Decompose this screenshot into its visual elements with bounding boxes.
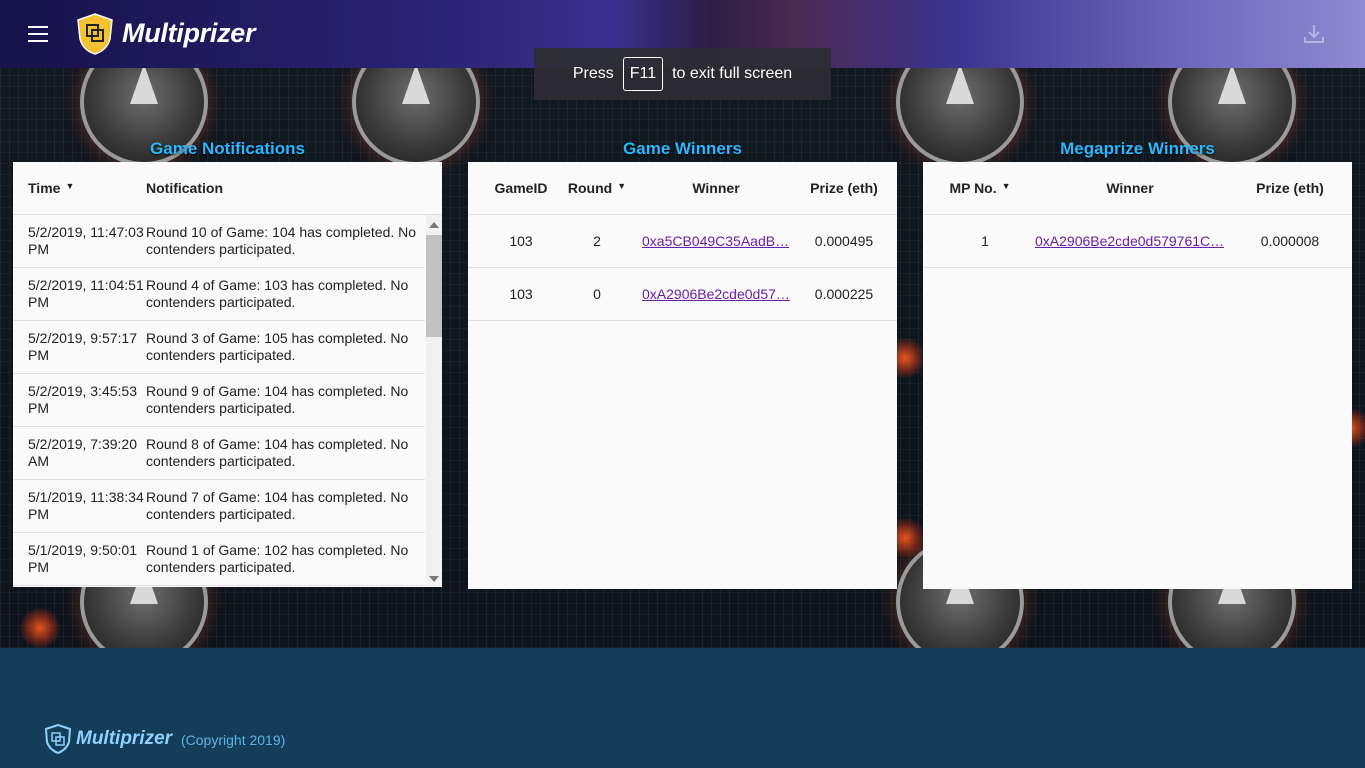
prize-cell: 0.000008: [1260, 233, 1320, 249]
column-header-time[interactable]: Time ▼: [13, 162, 146, 214]
sort-desc-icon: ▼: [65, 181, 75, 191]
hamburger-menu-icon[interactable]: [28, 26, 48, 42]
round-cell: 0: [593, 286, 601, 302]
scrollbar-thumb[interactable]: [426, 235, 442, 337]
column-header-round-label: Round: [567, 180, 613, 196]
notification-time: 5/2/2019, 3:45:53 PM: [28, 383, 137, 416]
notification-time: 5/2/2019, 11:47:03 PM: [28, 224, 144, 257]
notification-message: Round 1 of Game: 102 has completed. No c…: [146, 542, 409, 575]
column-header-winner-label: Winner: [692, 180, 740, 196]
column-header-notification[interactable]: Notification: [146, 162, 426, 214]
app-footer: [0, 648, 1365, 768]
winner-cell: 0xa5CB049C35AadB…: [632, 233, 800, 249]
scroll-down-arrow-icon[interactable]: [429, 576, 439, 582]
column-header-winner[interactable]: Winner: [632, 162, 800, 214]
f11-key-badge: F11: [622, 57, 664, 91]
table-row: 5/2/2019, 7:39:20 AM Round 8 of Game: 104…: [13, 427, 425, 480]
megaprize-winners-title: Megaprize Winners: [1060, 139, 1215, 158]
table-row: 103 0 0xA2906Be2cde0d57… 0.000225: [468, 268, 897, 321]
mp-no-cell: 1: [981, 233, 989, 249]
multiprizer-shield-logo-icon: [77, 13, 113, 55]
table-row: 5/1/2019, 9:50:01 PM Round 1 of Game: 102…: [13, 533, 425, 586]
game-id-cell: 103: [509, 233, 533, 249]
winner-cell: 0xA2906Be2cde0d57…: [632, 286, 800, 302]
fullscreen-hint-suffix: to exit full screen: [672, 65, 793, 82]
column-header-gameid-label: GameID: [494, 180, 548, 196]
winner-address-link[interactable]: 0xA2906Be2cde0d579761C…: [1035, 233, 1224, 249]
download-icon[interactable]: [1302, 22, 1326, 46]
notification-message: Round 9 of Game: 104 has completed. No c…: [146, 383, 409, 416]
table-row: 5/2/2019, 3:45:53 PM Round 9 of Game: 104…: [13, 374, 425, 427]
prize-cell: 0.000225: [814, 286, 874, 302]
notifications-list[interactable]: 5/2/2019, 11:47:03 PM Round 10 of Game: 1…: [13, 215, 425, 587]
notification-message: Round 10 of Game: 104 has completed. No …: [146, 224, 417, 257]
notification-message: Round 7 of Game: 104 has completed. No c…: [146, 489, 409, 522]
column-header-round[interactable]: Round ▼: [562, 162, 632, 214]
table-row: 5/2/2019, 11:04:51 PM Round 4 of Game: 10…: [13, 268, 425, 321]
game-winners-panel: GameID Round ▼ Winner Prize (eth) 103 2 0…: [468, 162, 897, 589]
winner-cell: 0xA2906Be2cde0d579761C…: [1035, 233, 1235, 249]
column-header-notification-label: Notification: [146, 180, 223, 196]
game-winners-header-row: GameID Round ▼ Winner Prize (eth): [468, 162, 897, 215]
column-header-time-label: Time: [28, 180, 61, 196]
winner-address-link[interactable]: 0xA2906Be2cde0d57…: [642, 286, 790, 302]
game-winners-title: Game Winners: [623, 139, 742, 158]
notification-time: 5/2/2019, 9:57:17 PM: [28, 330, 137, 363]
sort-desc-icon: ▼: [617, 181, 627, 191]
notification-time: 5/2/2019, 7:39:20 AM: [28, 436, 137, 469]
column-header-prize[interactable]: Prize (eth): [800, 162, 888, 214]
notification-message: Round 3 of Game: 105 has completed. No c…: [146, 330, 409, 363]
winner-address-link[interactable]: 0xa5CB049C35AadB…: [642, 233, 789, 249]
prize-cell: 0.000495: [814, 233, 874, 249]
column-header-prize-label: Prize (eth): [810, 180, 878, 196]
notifications-scrollbar[interactable]: [426, 215, 442, 587]
multiprizer-shield-logo-icon: [44, 724, 72, 754]
notification-time: 5/1/2019, 11:38:34 PM: [28, 489, 144, 522]
round-cell: 2: [593, 233, 601, 249]
notification-message: Round 4 of Game: 103 has completed. No c…: [146, 277, 409, 310]
notification-time: 5/1/2019, 9:50:01 PM: [28, 542, 137, 575]
column-header-winner-label: Winner: [1106, 180, 1154, 196]
column-header-winner[interactable]: Winner: [1025, 162, 1235, 214]
game-id-cell: 103: [509, 286, 533, 302]
glow-decoration: [20, 608, 60, 648]
table-row: 5/2/2019, 11:47:03 PM Round 10 of Game: 1…: [13, 215, 425, 268]
column-header-prize-label: Prize (eth): [1256, 180, 1324, 196]
scroll-up-arrow-icon[interactable]: [429, 222, 439, 228]
table-row: 1 0xA2906Be2cde0d579761C… 0.000008: [923, 215, 1352, 268]
footer-brand-name: Multiprizer: [76, 728, 173, 749]
table-row: 103 2 0xa5CB049C35AadB… 0.000495: [468, 215, 897, 268]
column-header-gameid[interactable]: GameID: [480, 162, 562, 214]
notifications-panel: Time ▼ Notification 5/2/2019, 11:47:03 PM…: [13, 162, 442, 587]
column-header-prize[interactable]: Prize (eth): [1235, 162, 1345, 214]
table-row: 5/1/2019, 11:38:34 PM Round 7 of Game: 10…: [13, 480, 425, 533]
notifications-header-row: Time ▼ Notification: [13, 162, 442, 215]
column-header-mp-no[interactable]: MP No. ▼: [935, 162, 1025, 214]
copyright-text: (Copyright 2019): [181, 732, 286, 748]
megaprize-winners-panel: MP No. ▼ Winner Prize (eth) 1 0xA2906Be2c…: [923, 162, 1352, 589]
table-row: 5/2/2019, 9:57:17 PM Round 3 of Game: 105…: [13, 321, 425, 374]
sort-desc-icon: ▼: [1001, 181, 1011, 191]
notification-message: Round 8 of Game: 104 has completed. No c…: [146, 436, 409, 469]
notification-time: 5/2/2019, 11:04:51 PM: [28, 277, 144, 310]
megaprize-header-row: MP No. ▼ Winner Prize (eth): [923, 162, 1352, 215]
fullscreen-hint-toast: Press F11 to exit full screen: [534, 48, 831, 100]
brand-name[interactable]: Multiprizer: [122, 18, 256, 49]
fullscreen-hint-prefix: Press: [572, 65, 614, 82]
notifications-title: Game Notifications: [150, 139, 305, 158]
column-header-mp-no-label: MP No.: [949, 180, 997, 196]
